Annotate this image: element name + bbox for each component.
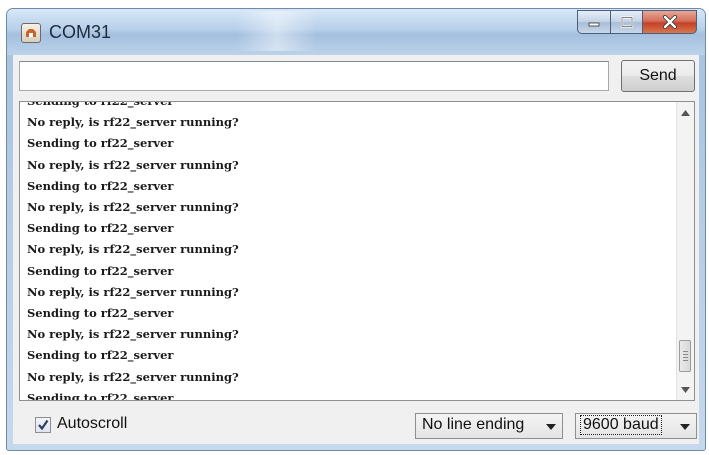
close-icon — [662, 15, 677, 29]
maximize-icon — [620, 16, 633, 28]
serial-output-line: Sending to rf22_server — [27, 306, 174, 321]
maximize-button[interactable] — [611, 10, 643, 34]
serial-monitor-window: COM31 Send Sending to rf22_server No rep… — [6, 8, 706, 451]
autoscroll-checkbox[interactable] — [35, 417, 51, 433]
grip-line — [683, 360, 688, 361]
grip-line — [683, 354, 688, 355]
chevron-down-icon — [680, 424, 690, 430]
checkmark-icon — [38, 419, 49, 431]
window-client-area: Send Sending to rf22_server No reply, is … — [13, 55, 699, 444]
send-button[interactable]: Send — [621, 60, 695, 92]
serial-output-line: Sending to rf22_server — [27, 136, 174, 151]
autoscroll-label: Autoscroll — [57, 415, 128, 432]
baud-rate-dropdown[interactable]: 9600 baud — [575, 413, 697, 439]
serial-output-line: Sending to rf22_server — [27, 348, 174, 363]
minimize-icon — [588, 22, 600, 27]
serial-output-area[interactable]: Sending to rf22_server No reply, is rf22_… — [19, 101, 695, 401]
line-ending-dropdown[interactable]: No line ending — [415, 413, 563, 439]
serial-output-line: No reply, is rf22_server running? — [27, 327, 239, 342]
chevron-down-icon — [546, 424, 556, 430]
title-bar[interactable]: COM31 — [7, 9, 705, 55]
grip-line — [683, 351, 688, 352]
serial-output-line: Sending to rf22_server — [27, 221, 174, 236]
serial-output-line: Sending to rf22_server — [27, 390, 174, 401]
vertical-scrollbar[interactable] — [676, 102, 694, 400]
serial-output-line: Sending to rf22_server — [27, 263, 174, 278]
baud-rate-value: 9600 baud — [580, 415, 662, 435]
serial-output-line: No reply, is rf22_server running? — [27, 200, 239, 215]
serial-output-line: No reply, is rf22_server running? — [27, 369, 239, 384]
scrollbar-thumb[interactable] — [679, 340, 691, 372]
serial-output-line: No reply, is rf22_server running? — [27, 284, 239, 299]
minimize-button[interactable] — [577, 10, 611, 34]
line-ending-value: No line ending — [422, 416, 525, 433]
bottom-bar: Autoscroll No line ending 9600 baud — [13, 405, 699, 444]
serial-output-line: No reply, is rf22_server running? — [27, 115, 239, 130]
serial-output-line: Sending to rf22_server — [27, 178, 174, 193]
close-button[interactable] — [643, 10, 697, 34]
title-bar-glass — [237, 11, 317, 51]
serial-output-line: No reply, is rf22_server running? — [27, 242, 239, 257]
serial-output-line: Sending to rf22_server — [27, 101, 174, 108]
window-title: COM31 — [49, 22, 112, 42]
serial-monitor-icon[interactable] — [21, 23, 41, 43]
scroll-down-arrow-icon[interactable] — [677, 381, 694, 398]
serial-output-line: No reply, is rf22_server running? — [27, 157, 239, 172]
send-input[interactable] — [19, 61, 609, 91]
grip-line — [683, 357, 688, 358]
serial-output-text: Sending to rf22_server No reply, is rf22_… — [27, 101, 675, 401]
caption-buttons — [577, 10, 697, 34]
scroll-up-arrow-icon[interactable] — [677, 104, 694, 121]
